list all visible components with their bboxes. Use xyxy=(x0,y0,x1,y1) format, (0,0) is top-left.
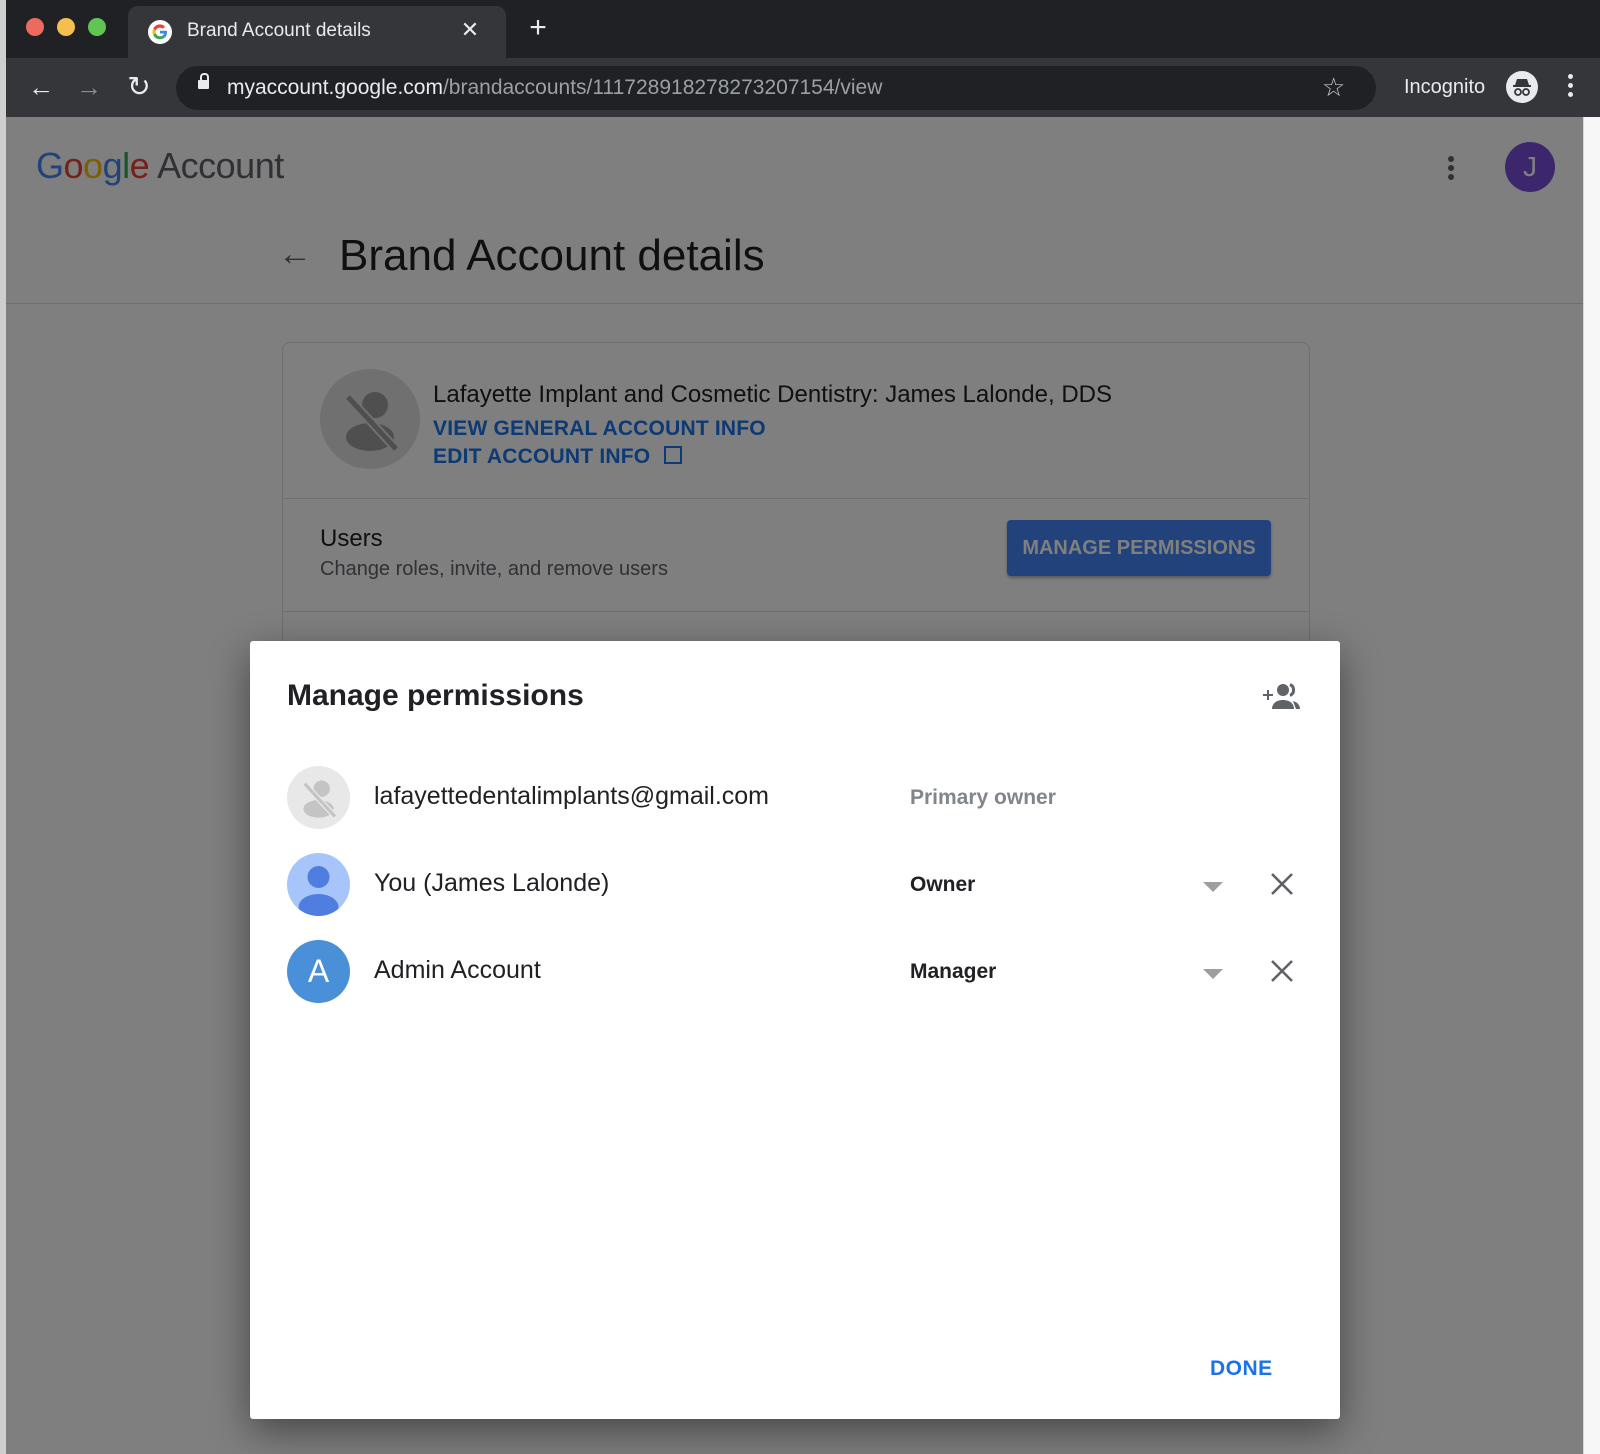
close-window-button[interactable] xyxy=(26,18,44,36)
remove-user-icon[interactable] xyxy=(1267,869,1297,899)
url-text[interactable]: myaccount.google.com/brandaccounts/11172… xyxy=(227,76,882,100)
add-people-icon[interactable] xyxy=(1260,681,1302,711)
person-icon xyxy=(287,853,350,916)
close-icon[interactable]: ✕ xyxy=(458,16,482,44)
lock-icon xyxy=(198,73,209,89)
browser-window: Brand Account details ✕ + ← → ↻ myaccoun… xyxy=(6,0,1600,1454)
user-name: Admin Account xyxy=(374,956,541,984)
url-path: /brandaccounts/111728918278273207154/vie… xyxy=(442,76,883,99)
google-favicon-icon xyxy=(148,20,172,44)
arrow-right-icon[interactable]: → xyxy=(72,70,106,104)
reload-icon[interactable]: ↻ xyxy=(122,70,156,104)
user-row: You (James Lalonde) Owner xyxy=(287,853,1307,917)
user-email: lafayettedentalimplants@gmail.com xyxy=(374,782,770,810)
role-select[interactable]: Owner xyxy=(910,873,975,897)
user-avatar-initial: A xyxy=(287,940,350,1003)
dropdown-arrow-icon[interactable] xyxy=(1203,969,1223,979)
role-select[interactable]: Manager xyxy=(910,960,996,984)
tab-strip: Brand Account details ✕ + xyxy=(6,0,1600,58)
address-bar[interactable]: myaccount.google.com/brandaccounts/11172… xyxy=(176,66,1376,110)
plus-icon[interactable]: + xyxy=(523,13,553,43)
user-role-label: Primary owner xyxy=(910,786,1056,809)
kebab-menu-icon[interactable] xyxy=(1562,70,1578,104)
done-button[interactable]: DONE xyxy=(1210,1357,1273,1381)
adjacent-window-edge xyxy=(1583,117,1600,1454)
user-name: You (James Lalonde) xyxy=(374,869,610,897)
tab-title: Brand Account details xyxy=(187,20,371,41)
incognito-label: Incognito xyxy=(1404,76,1486,98)
arrow-left-icon[interactable]: ← xyxy=(24,70,58,104)
browser-toolbar: ← → ↻ myaccount.google.com/brandaccounts… xyxy=(6,58,1600,117)
manage-permissions-dialog: Manage permissions lafayettedentalimplan… xyxy=(250,641,1340,1419)
incognito-icon[interactable] xyxy=(1506,71,1538,103)
star-icon[interactable]: ☆ xyxy=(1322,72,1345,103)
dropdown-arrow-icon[interactable] xyxy=(1203,882,1223,892)
maximize-window-button[interactable] xyxy=(88,18,106,36)
page-content: GoogleAccount J ← Brand Account details … xyxy=(6,117,1583,1454)
browser-tab[interactable]: Brand Account details ✕ xyxy=(128,6,506,58)
no-photo-icon xyxy=(287,766,350,829)
minimize-window-button[interactable] xyxy=(57,18,75,36)
url-host: myaccount.google.com xyxy=(227,76,443,99)
user-row: A Admin Account Manager xyxy=(287,940,1307,1004)
remove-user-icon[interactable] xyxy=(1267,956,1297,986)
dialog-title: Manage permissions xyxy=(287,679,584,712)
user-row: lafayettedentalimplants@gmail.com Primar… xyxy=(287,766,1307,830)
